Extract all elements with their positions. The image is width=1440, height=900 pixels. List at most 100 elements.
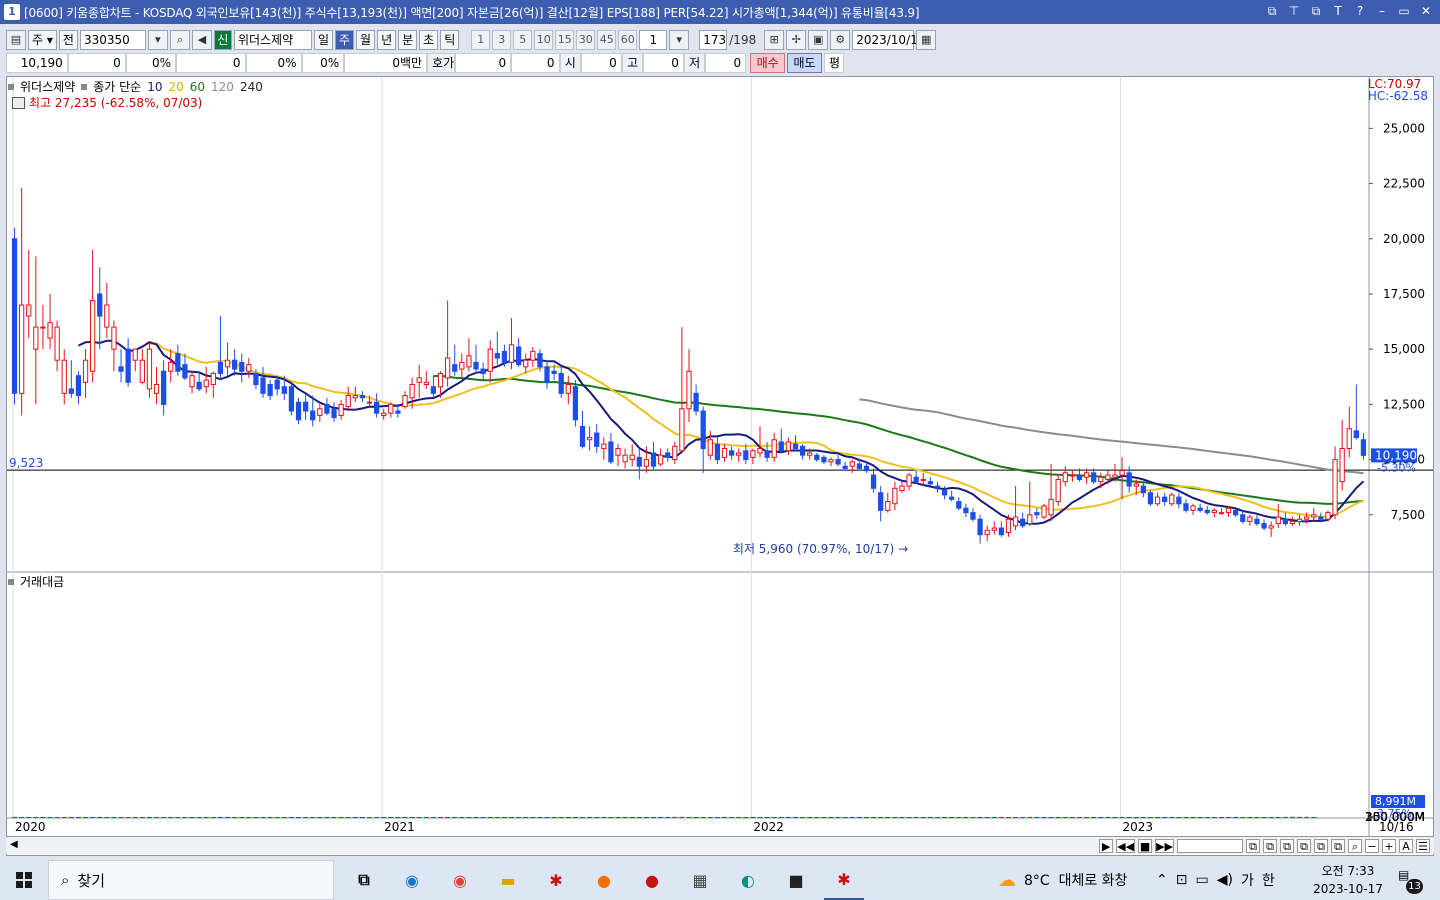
edge-browser-icon[interactable]: ◉: [392, 860, 432, 900]
tab-year[interactable]: 년: [377, 30, 397, 50]
clock[interactable]: 오전 7:33 2023-10-17: [1308, 862, 1388, 898]
meet-icon[interactable]: ⊡: [1176, 872, 1188, 888]
font-size-icon[interactable]: T: [1330, 3, 1346, 19]
interval-10[interactable]: 10: [534, 30, 554, 50]
prev-button[interactable]: 전: [58, 30, 78, 50]
candle-body: [97, 293, 103, 317]
candle-body: [359, 395, 366, 399]
sticky-notes-icon[interactable]: ■: [776, 860, 816, 900]
sell-button[interactable]: 매도: [787, 53, 823, 73]
ime-mode[interactable]: 가: [1241, 870, 1254, 890]
scroll-left-icon[interactable]: ◀: [10, 839, 18, 850]
chart-menu-icon[interactable]: ▤: [6, 30, 26, 50]
chart-scrollbar[interactable]: ◀ ▶ ◀◀ ■ ▶▶ ⧉ ⧉ ⧉ ⧉ ⧉ ⧉ ⌕ − + A ☰: [6, 836, 1434, 854]
zoom-slider[interactable]: [1177, 839, 1243, 853]
notification-center[interactable]: ▤ 13: [1398, 868, 1423, 894]
network-icon[interactable]: ▭: [1195, 872, 1208, 888]
interval-5[interactable]: 5: [513, 30, 533, 50]
auto-scale-icon[interactable]: A: [1399, 839, 1413, 853]
task-view-icon[interactable]: ⧉: [344, 860, 384, 900]
search-icon[interactable]: ⌕: [169, 30, 190, 50]
interval-1[interactable]: 1: [471, 30, 491, 50]
zoom-out-icon[interactable]: −: [1365, 839, 1379, 853]
volume-bar: [949, 816, 955, 818]
stock-app-icon[interactable]: ●: [632, 860, 672, 900]
legend-ma-toggle-icon[interactable]: [81, 83, 88, 90]
tray-expand-icon[interactable]: ⌃: [1156, 872, 1168, 888]
candle-body: [1325, 512, 1331, 520]
zoom-in-icon[interactable]: +: [1382, 839, 1396, 853]
table-icon[interactable]: [12, 96, 25, 109]
window-number-badge[interactable]: 1: [4, 4, 20, 20]
layout-f-icon[interactable]: ⧉: [1331, 839, 1345, 853]
pin-icon[interactable]: ⊤: [1286, 3, 1302, 19]
settings-gear-icon[interactable]: ⚙: [830, 30, 851, 50]
chart-area[interactable]: 2020 2021 2022 2023 10/16 25,000 22,500 20,000 1…: [6, 76, 1434, 856]
volume-toggle-icon[interactable]: [8, 578, 14, 585]
tab-minute[interactable]: 분: [398, 30, 418, 50]
tab-second[interactable]: 초: [419, 30, 439, 50]
weather-widget[interactable]: ☁ 8°C 대체로 화창: [998, 860, 1127, 900]
count-input[interactable]: 1: [639, 30, 668, 50]
minimize-icon[interactable]: –: [1374, 3, 1390, 19]
file-explorer-icon[interactable]: ▬: [488, 860, 528, 900]
volume-bar: [239, 816, 245, 818]
tab-tick[interactable]: 틱: [440, 30, 460, 50]
volume-bar: [608, 816, 614, 818]
layout-c-icon[interactable]: ⧉: [1280, 839, 1294, 853]
cross-cursor-icon[interactable]: ✢: [786, 30, 807, 50]
calculator-icon[interactable]: ▦: [680, 860, 720, 900]
kiwoom-active-icon[interactable]: ✱: [824, 860, 864, 900]
chrome-browser-icon[interactable]: ◉: [440, 860, 480, 900]
interval-3[interactable]: 3: [492, 30, 512, 50]
volume-bar: [154, 816, 160, 818]
buy-button[interactable]: 매수: [750, 53, 786, 73]
stock-name-field[interactable]: 위더스제약: [233, 30, 312, 50]
ime-language[interactable]: 한: [1262, 870, 1275, 890]
candle-body: [558, 372, 564, 394]
start-button[interactable]: [0, 860, 48, 900]
interval-15[interactable]: 15: [555, 30, 575, 50]
layout-d-icon[interactable]: ⧉: [1297, 839, 1311, 853]
page-count-input[interactable]: 173: [699, 30, 728, 50]
restore-layout-icon[interactable]: ⧉: [1264, 3, 1280, 19]
chart-canvas[interactable]: 2020 2021 2022 2023 10/1625,00022,50020,0001…: [7, 77, 1433, 837]
tab-month[interactable]: 월: [356, 30, 376, 50]
close-icon[interactable]: ✕: [1418, 3, 1434, 19]
help-icon[interactable]: ?: [1352, 3, 1368, 19]
forward-icon[interactable]: ▶▶: [1155, 839, 1174, 853]
save-icon[interactable]: ▣: [808, 30, 829, 50]
candle-body: [1140, 485, 1146, 494]
list-icon[interactable]: ☰: [1416, 839, 1430, 853]
stop-icon[interactable]: ■: [1138, 839, 1153, 853]
weather-text: 8°C 대체로 화창: [1024, 873, 1128, 889]
date-input[interactable]: 2023/10/16: [852, 30, 925, 50]
tab-week[interactable]: 주: [334, 30, 355, 50]
taskbar-search[interactable]: ⌕ 찾기: [48, 860, 334, 900]
legend-toggle-icon[interactable]: [8, 83, 14, 90]
maximize-icon[interactable]: ▭: [1396, 3, 1412, 19]
play-icon[interactable]: ▶: [1099, 839, 1114, 853]
calendar-icon[interactable]: ▦: [916, 30, 937, 50]
layout-b-icon[interactable]: ⧉: [1263, 839, 1277, 853]
code-dropdown-icon[interactable]: ▾: [147, 30, 168, 50]
cascade-icon[interactable]: ⧉: [1308, 3, 1324, 19]
tab-day[interactable]: 일: [313, 30, 333, 50]
period-select[interactable]: 주 ▾: [28, 30, 57, 50]
speaker-icon[interactable]: ◀: [191, 30, 212, 50]
layout-e-icon[interactable]: ⧉: [1314, 839, 1328, 853]
browser-app-icon[interactable]: ◐: [728, 860, 768, 900]
interval-60[interactable]: 60: [618, 30, 638, 50]
interval-45[interactable]: 45: [597, 30, 617, 50]
count-dropdown-icon[interactable]: ▾: [669, 30, 690, 50]
magnify-icon[interactable]: ⌕: [1348, 839, 1362, 853]
volume-icon[interactable]: ◀): [1217, 872, 1233, 888]
rewind-icon[interactable]: ◀◀: [1116, 839, 1136, 853]
stock-code-input[interactable]: 330350: [79, 30, 146, 50]
interval-30[interactable]: 30: [576, 30, 596, 50]
layout-a-icon[interactable]: ⧉: [1246, 839, 1260, 853]
grid-icon[interactable]: ⊞: [764, 30, 785, 50]
even-button[interactable]: 평: [824, 53, 845, 73]
kiwoom-app-icon[interactable]: ✱: [536, 860, 576, 900]
kakao-app-icon[interactable]: ●: [584, 860, 624, 900]
